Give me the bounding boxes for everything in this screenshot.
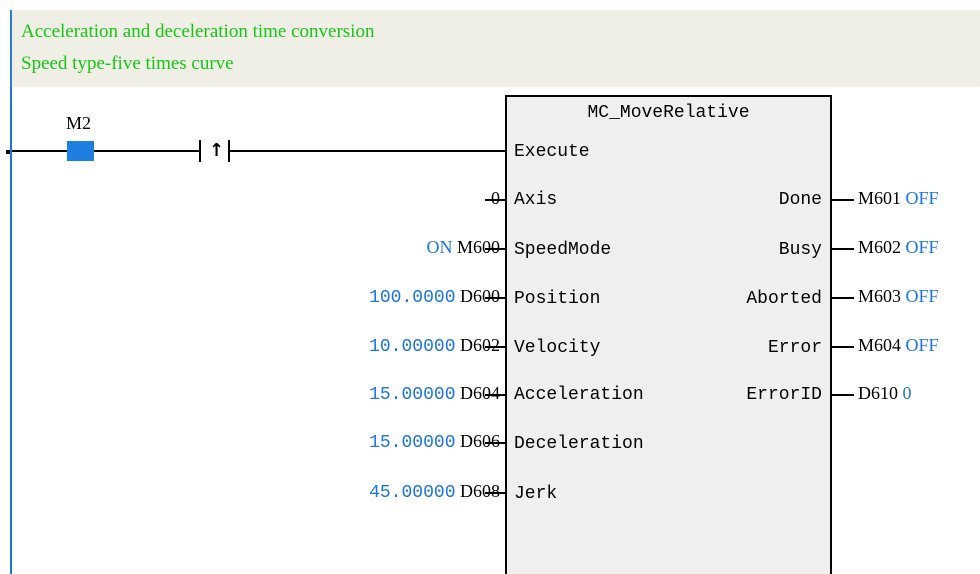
rung-comment: Acceleration and deceleration time conve… <box>10 10 980 87</box>
pin-velocity: Velocity <box>514 338 601 358</box>
input-position-value[interactable]: 100.0000 D600 <box>369 286 500 308</box>
acceleration-var: D604 <box>460 383 500 403</box>
output-busy-value[interactable]: M602 OFF <box>858 237 939 258</box>
left-power-rail <box>10 87 12 574</box>
wire-busy <box>832 248 854 250</box>
pin-acceleration: Acceleration <box>514 385 644 405</box>
comment-line-2: Speed type-five times curve <box>21 53 234 74</box>
contact-m2[interactable] <box>67 141 94 161</box>
aborted-var: M603 <box>858 286 902 306</box>
errorid-var: D610 <box>858 383 898 403</box>
speedmode-var: M600 <box>456 237 500 257</box>
velocity-live-value: 10.00000 <box>369 337 456 357</box>
wire-aborted <box>832 297 854 299</box>
pin-busy: Busy <box>778 240 822 260</box>
position-live-value: 100.0000 <box>369 288 456 308</box>
contact-label-m2: M2 <box>66 113 92 133</box>
error-var: M604 <box>858 335 902 355</box>
pin-done: Done <box>778 190 822 210</box>
input-speedmode-value[interactable]: ON M600 <box>426 237 500 258</box>
pin-deceleration: Deceleration <box>514 434 644 454</box>
wire-done <box>832 199 854 201</box>
wire-edge-to-block <box>230 150 505 152</box>
pin-jerk: Jerk <box>514 484 558 504</box>
output-errorid-value[interactable]: D610 0 <box>858 383 912 404</box>
function-block-title: MC_MoveRelative <box>587 103 750 123</box>
done-var: M601 <box>858 188 902 208</box>
jerk-live-value: 45.00000 <box>369 483 456 503</box>
input-acceleration-value[interactable]: 15.00000 D604 <box>369 383 500 405</box>
function-block-mc-moverelative[interactable]: MC_MoveRelative Execute Axis SpeedMode P… <box>505 95 832 574</box>
input-deceleration-value[interactable]: 15.00000 D606 <box>369 431 500 453</box>
wire-rail-to-contact <box>12 150 67 152</box>
pin-errorid: ErrorID <box>746 385 822 405</box>
rail-connection-dot <box>6 150 10 154</box>
error-live-value: OFF <box>905 335 939 355</box>
comment-line-1: Acceleration and deceleration time conve… <box>21 21 375 42</box>
input-jerk-value[interactable]: 45.00000 D608 <box>369 481 500 503</box>
pin-aborted: Aborted <box>746 289 822 309</box>
wire-errorid <box>832 394 854 396</box>
wire-contact-to-edge <box>94 150 199 152</box>
output-done-value[interactable]: M601 OFF <box>858 188 939 209</box>
pin-execute: Execute <box>514 142 590 162</box>
rising-edge-icon: ↑ <box>209 140 225 161</box>
busy-live-value: OFF <box>905 237 939 257</box>
wire-error <box>832 346 854 348</box>
pin-axis: Axis <box>514 190 558 210</box>
edge-contact-left-bar <box>199 140 201 162</box>
axis-var: 0 <box>491 188 500 208</box>
deceleration-live-value: 15.00000 <box>369 433 456 453</box>
deceleration-var: D606 <box>460 431 500 451</box>
pin-position: Position <box>514 289 601 309</box>
aborted-live-value: OFF <box>905 286 939 306</box>
busy-var: M602 <box>858 237 902 257</box>
position-var: D600 <box>460 286 500 306</box>
output-aborted-value[interactable]: M603 OFF <box>858 286 939 307</box>
acceleration-live-value: 15.00000 <box>369 385 456 405</box>
pin-speedmode: SpeedMode <box>514 240 612 260</box>
input-velocity-value[interactable]: 10.00000 D602 <box>369 335 500 357</box>
speedmode-live-value: ON <box>426 237 453 257</box>
done-live-value: OFF <box>905 188 939 208</box>
errorid-live-value: 0 <box>902 383 912 403</box>
velocity-var: D602 <box>460 335 500 355</box>
pin-error: Error <box>767 338 822 358</box>
output-error-value[interactable]: M604 OFF <box>858 335 939 356</box>
input-axis-value[interactable]: 0 <box>491 188 500 209</box>
jerk-var: D608 <box>460 481 500 501</box>
